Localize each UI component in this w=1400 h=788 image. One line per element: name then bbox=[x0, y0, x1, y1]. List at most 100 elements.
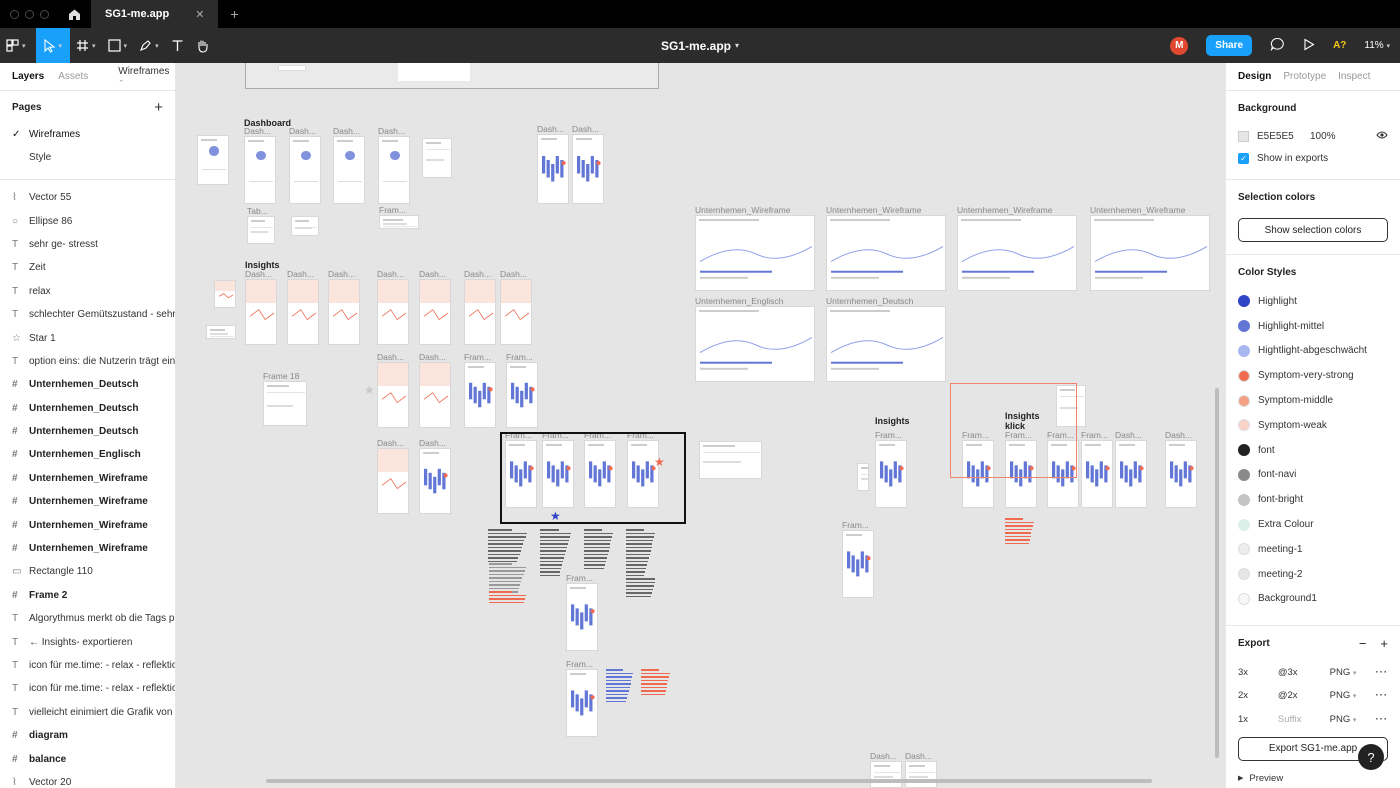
color-style-item[interactable]: meeting-1 bbox=[1238, 537, 1388, 562]
annotation-box[interactable] bbox=[950, 383, 1077, 478]
background-swatch[interactable] bbox=[1238, 130, 1249, 142]
canvas-frame[interactable] bbox=[377, 362, 409, 428]
frame-label[interactable]: Dash... bbox=[289, 126, 316, 136]
tab-assets[interactable]: Assets bbox=[58, 71, 88, 82]
color-style-item[interactable]: font-navi bbox=[1238, 463, 1388, 488]
export-scale[interactable]: 2x bbox=[1238, 690, 1278, 701]
frame-label[interactable]: Dash... bbox=[1165, 430, 1192, 440]
export-scale[interactable]: 1x bbox=[1238, 714, 1278, 725]
frame-label[interactable]: Dash... bbox=[464, 269, 491, 279]
star-icon[interactable]: ★ bbox=[654, 455, 665, 469]
layer-item[interactable]: Tschlechter Gemütszustand - sehr ... bbox=[0, 303, 175, 326]
color-style-item[interactable]: Symptom-weak bbox=[1238, 413, 1388, 438]
text-note[interactable] bbox=[641, 669, 671, 697]
layer-item[interactable]: # balance bbox=[0, 747, 175, 770]
layer-item[interactable]: # Unternhemen_Deutsch bbox=[0, 420, 175, 443]
frame-label[interactable]: Unternhemen_Wireframe bbox=[695, 205, 790, 215]
canvas-frame[interactable] bbox=[291, 216, 319, 236]
page-item-wireframes[interactable]: ✓ Wireframes bbox=[0, 123, 175, 146]
layer-item[interactable]: # Unternhemen_Wireframe bbox=[0, 467, 175, 490]
export-suffix[interactable]: Suffix bbox=[1278, 714, 1330, 725]
canvas-frame[interactable] bbox=[695, 215, 815, 291]
layer-item[interactable]: # Unternhemen_Wireframe bbox=[0, 537, 175, 560]
canvas-frame[interactable] bbox=[214, 280, 236, 308]
frame-label[interactable]: Fram... bbox=[464, 352, 491, 362]
canvas-frame[interactable] bbox=[247, 216, 275, 244]
page-picker[interactable]: Wireframes ⌃ bbox=[118, 66, 175, 88]
color-style-item[interactable]: Symptom-middle bbox=[1238, 388, 1388, 413]
close-window-button[interactable] bbox=[10, 9, 19, 19]
canvas-frame[interactable] bbox=[500, 279, 532, 345]
background-hex[interactable]: E5E5E5 bbox=[1257, 131, 1302, 142]
canvas-frame[interactable] bbox=[566, 583, 598, 651]
frame-container[interactable] bbox=[245, 63, 659, 89]
layer-item[interactable]: # Unternhemen_Wireframe bbox=[0, 490, 175, 513]
text-note[interactable] bbox=[540, 529, 572, 578]
more-options-icon[interactable]: ··· bbox=[1376, 667, 1389, 678]
canvas[interactable]: Dashboard Dash... Dash... Dash... Dash... Das… bbox=[176, 63, 1225, 788]
color-style-item[interactable]: Extra Colour bbox=[1238, 512, 1388, 537]
horizontal-scrollbar[interactable] bbox=[266, 779, 1152, 783]
layer-item[interactable]: Ticon für me.time: - relax - reflektio..… bbox=[0, 654, 175, 677]
maximize-window-button[interactable] bbox=[40, 9, 49, 19]
add-page-icon[interactable]: + bbox=[154, 99, 163, 116]
export-suffix[interactable]: @2x bbox=[1278, 690, 1330, 701]
document-title[interactable]: SG1-me.app ▾ bbox=[661, 39, 739, 53]
frame-label[interactable]: Unternhemen_Wireframe bbox=[826, 205, 921, 215]
star-icon[interactable]: ★ bbox=[550, 509, 561, 523]
tab-design[interactable]: Design bbox=[1238, 71, 1271, 82]
canvas-frame[interactable] bbox=[379, 215, 419, 229]
color-style-item[interactable]: Highlight bbox=[1238, 289, 1388, 314]
canvas-frame[interactable] bbox=[572, 134, 604, 204]
layer-item[interactable]: ⌇ Vector 55 bbox=[0, 186, 175, 209]
frame-label[interactable]: Unternhemen_Deutsch bbox=[826, 296, 913, 306]
layer-item[interactable]: # diagram bbox=[0, 724, 175, 747]
selection-box[interactable] bbox=[500, 432, 686, 524]
text-note[interactable] bbox=[584, 529, 614, 571]
canvas-frame[interactable] bbox=[245, 279, 277, 345]
frame-label[interactable]: Unternhemen_Englisch bbox=[695, 296, 783, 306]
canvas-frame[interactable] bbox=[1165, 440, 1197, 508]
color-style-item[interactable]: font bbox=[1238, 438, 1388, 463]
text-note[interactable] bbox=[489, 591, 527, 605]
show-in-exports-checkbox[interactable]: ✓ bbox=[1238, 152, 1249, 164]
frame-label[interactable]: Unternhemen_Wireframe bbox=[957, 205, 1052, 215]
show-selection-colors-button[interactable]: Show selection colors bbox=[1238, 218, 1388, 242]
canvas-frame[interactable] bbox=[506, 362, 538, 428]
color-style-item[interactable]: Highlight-mittel bbox=[1238, 314, 1388, 339]
zoom-level[interactable]: 11% ▾ bbox=[1364, 40, 1390, 51]
vertical-scrollbar[interactable] bbox=[1215, 388, 1219, 758]
canvas-frame[interactable] bbox=[419, 279, 451, 345]
export-format[interactable]: PNG ▾ bbox=[1330, 667, 1376, 678]
frame-label[interactable]: Dash... bbox=[419, 352, 446, 362]
layer-item[interactable]: # Unternhemen_Deutsch bbox=[0, 373, 175, 396]
background-opacity[interactable]: 100% bbox=[1310, 131, 1336, 142]
canvas-frame[interactable] bbox=[377, 279, 409, 345]
section-label[interactable]: Insights bbox=[875, 416, 910, 426]
canvas-frame[interactable] bbox=[464, 279, 496, 345]
canvas-frame[interactable] bbox=[905, 761, 937, 788]
frame-label[interactable]: Fram... bbox=[842, 520, 869, 530]
layer-item[interactable]: Trelax bbox=[0, 280, 175, 303]
frame-label[interactable]: Fram... bbox=[506, 352, 533, 362]
canvas-frame[interactable] bbox=[289, 136, 321, 204]
canvas-frame[interactable] bbox=[328, 279, 360, 345]
canvas-frame[interactable] bbox=[206, 325, 236, 339]
frame-label[interactable]: Fram... bbox=[379, 205, 406, 215]
hand-tool-button[interactable] bbox=[190, 28, 215, 63]
color-style-item[interactable]: meeting-2 bbox=[1238, 562, 1388, 587]
tab-layers[interactable]: Layers bbox=[12, 71, 44, 82]
canvas-frame[interactable] bbox=[287, 279, 319, 345]
canvas-frame[interactable] bbox=[377, 448, 409, 514]
text-note[interactable] bbox=[626, 529, 656, 599]
frame-label[interactable]: Tab... bbox=[247, 206, 268, 216]
tab-inspect[interactable]: Inspect bbox=[1338, 71, 1370, 82]
frame-label[interactable]: Dash... bbox=[419, 269, 446, 279]
frame-label[interactable]: Dash... bbox=[378, 126, 405, 136]
layer-item[interactable]: T ← Insights- exportieren bbox=[0, 630, 175, 653]
comment-icon[interactable] bbox=[1270, 37, 1285, 54]
main-menu-button[interactable]: ▾ bbox=[0, 28, 32, 63]
layer-item[interactable]: T Algorythmus merkt ob die Tags po... bbox=[0, 607, 175, 630]
canvas-frame[interactable] bbox=[422, 138, 452, 178]
canvas-frame[interactable] bbox=[826, 306, 946, 382]
